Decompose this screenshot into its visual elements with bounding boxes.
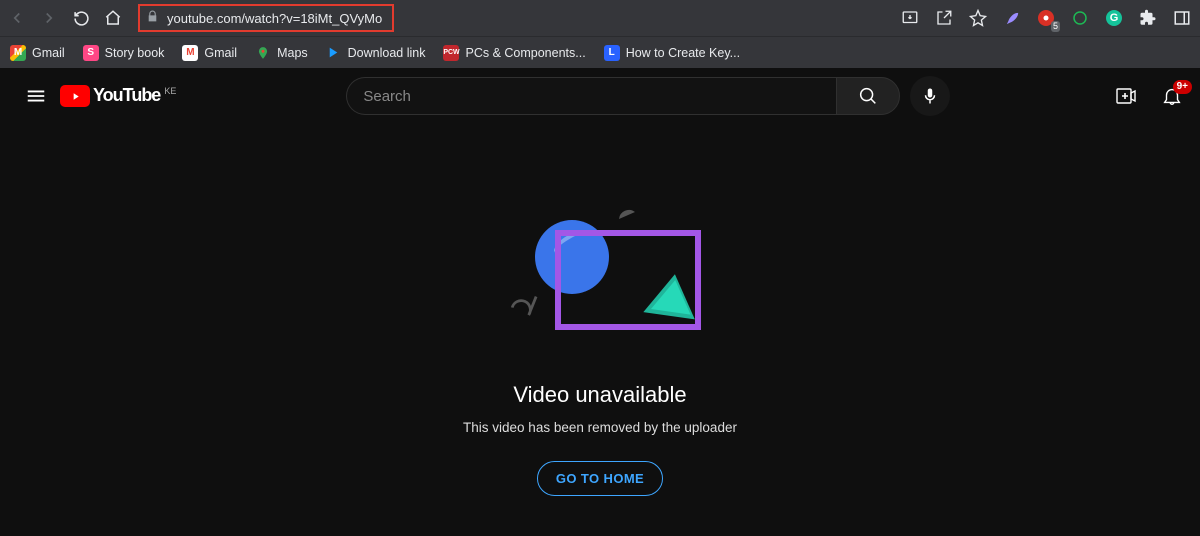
search-button[interactable] — [836, 77, 900, 115]
bookmark-pcw[interactable]: PCW PCs & Components... — [443, 45, 585, 61]
bookmark-maps[interactable]: Maps — [255, 45, 308, 61]
menu-button[interactable] — [16, 76, 56, 116]
share-icon[interactable] — [934, 8, 954, 28]
bookmark-label: Maps — [277, 46, 308, 60]
bookmark-storybook[interactable]: S Story book — [83, 45, 165, 61]
url-text: youtube.com/watch?v=18iMt_QVyMo — [167, 11, 382, 26]
url-bar[interactable]: youtube.com/watch?v=18iMt_QVyMo — [138, 4, 394, 32]
pcw-icon: PCW — [443, 45, 459, 61]
storybook-icon: S — [83, 45, 99, 61]
letter-l-icon: L — [604, 45, 620, 61]
unavailable-illustration — [495, 202, 705, 352]
bookmark-label: Download link — [348, 46, 426, 60]
back-button[interactable] — [8, 9, 26, 27]
voice-search-button[interactable] — [910, 76, 950, 116]
gmail-icon: M — [10, 45, 26, 61]
youtube-country-code: KE — [164, 86, 176, 96]
browser-toolbar: youtube.com/watch?v=18iMt_QVyMo 5 G — [0, 0, 1200, 36]
bookmark-label: How to Create Key... — [626, 46, 740, 60]
youtube-logo[interactable]: YouTube KE — [60, 85, 176, 107]
home-button[interactable] — [104, 9, 122, 27]
play-triangle-icon — [326, 45, 342, 61]
reload-button[interactable] — [72, 9, 90, 27]
error-subtitle: This video has been removed by the uploa… — [463, 420, 737, 435]
gmail-icon: M — [182, 45, 198, 61]
search-container: Search — [346, 76, 950, 116]
bookmark-download[interactable]: Download link — [326, 45, 426, 61]
go-home-button[interactable]: GO TO HOME — [537, 461, 663, 496]
bookmark-label: Story book — [105, 46, 165, 60]
youtube-header-actions: 9+ — [1114, 84, 1184, 108]
bookmarks-bar: M Gmail S Story book M Gmail Maps Downlo… — [0, 36, 1200, 68]
error-page: Video unavailable This video has been re… — [0, 124, 1200, 496]
error-title: Video unavailable — [513, 382, 686, 408]
extension-red-icon[interactable]: 5 — [1036, 8, 1056, 28]
lock-icon — [146, 10, 159, 26]
youtube-play-icon — [60, 85, 90, 107]
bookmark-star-icon[interactable] — [968, 8, 988, 28]
maps-pin-icon — [255, 45, 271, 61]
youtube-logo-text: YouTube — [93, 85, 160, 106]
search-placeholder: Search — [363, 88, 411, 105]
bookmark-gmail-2[interactable]: M Gmail — [182, 45, 237, 61]
extension-grammarly-icon[interactable]: G — [1104, 8, 1124, 28]
bookmark-gmail[interactable]: M Gmail — [10, 45, 65, 61]
create-button[interactable] — [1114, 84, 1138, 108]
notifications-badge: 9+ — [1173, 80, 1192, 94]
browser-actions: 5 G — [900, 8, 1192, 28]
forward-button[interactable] — [40, 9, 58, 27]
install-app-icon[interactable] — [900, 8, 920, 28]
bookmark-label: PCs & Components... — [465, 46, 585, 60]
notifications-button[interactable]: 9+ — [1160, 84, 1184, 108]
extension-green-circle-icon[interactable] — [1070, 8, 1090, 28]
youtube-header: YouTube KE Search 9+ — [0, 68, 1200, 124]
bookmark-howto[interactable]: L How to Create Key... — [604, 45, 740, 61]
search-input[interactable]: Search — [346, 77, 836, 115]
sidepanel-icon[interactable] — [1172, 8, 1192, 28]
extension-feather-icon[interactable] — [1002, 8, 1022, 28]
extensions-puzzle-icon[interactable] — [1138, 8, 1158, 28]
bookmark-label: Gmail — [32, 46, 65, 60]
bookmark-label: Gmail — [204, 46, 237, 60]
extension-count-badge: 5 — [1051, 21, 1060, 32]
